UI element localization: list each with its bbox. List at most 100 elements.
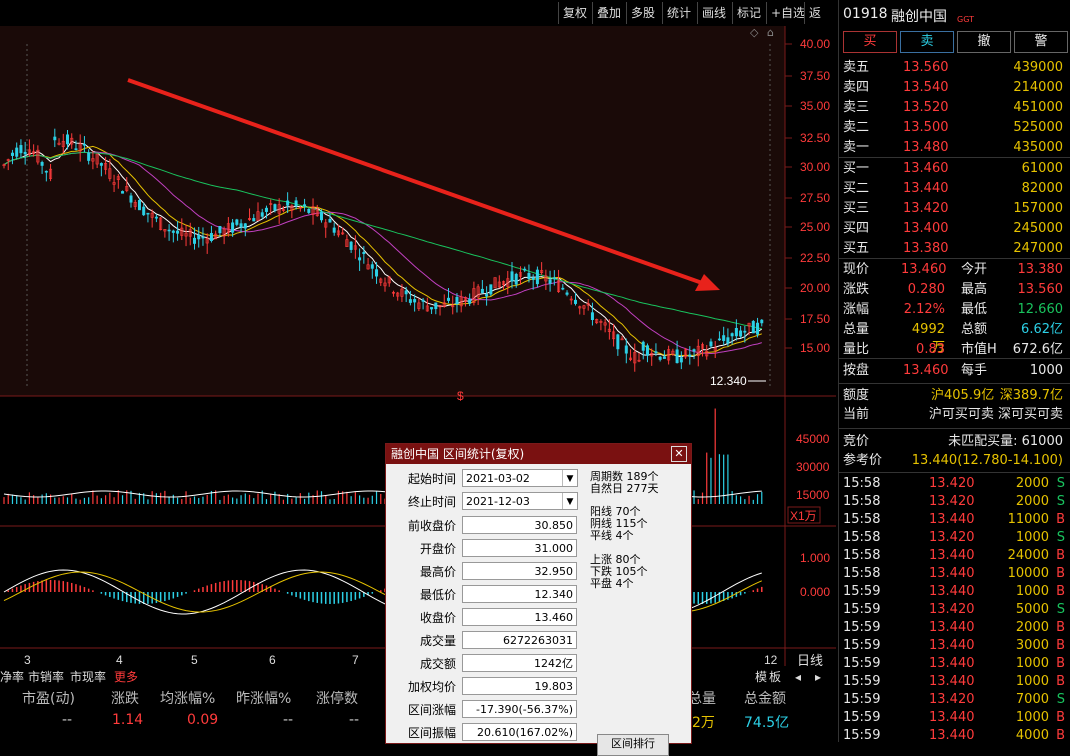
- candle-body: [565, 292, 569, 295]
- bottom-header-4: 涨停数: [316, 691, 358, 707]
- candle-body: [53, 136, 57, 141]
- interval-rank-button[interactable]: 区间排行: [597, 734, 669, 756]
- tick-price: 13.440: [929, 656, 975, 671]
- tick-time: 15:58: [843, 566, 881, 581]
- price-axis-tick: 15.00: [800, 341, 830, 355]
- tick-price: 13.440: [929, 548, 975, 563]
- chevron-down-icon[interactable]: ▼: [562, 493, 577, 509]
- current-value: 沪可买可卖 深可买可卖: [928, 407, 1063, 422]
- dialog-row-label: 前收盘价: [407, 519, 456, 533]
- toolbar-5-button[interactable]: 标记: [732, 2, 765, 24]
- bottom-value-0: --: [62, 712, 73, 728]
- dialog-row-label: 成交额: [419, 657, 456, 671]
- diamond-icon[interactable]: ◇: [750, 26, 759, 39]
- toolbar-1-button[interactable]: 叠加: [592, 2, 625, 24]
- quote-row: 现价 13.460 今开 13.380: [839, 261, 1070, 279]
- tick-side: S: [1056, 494, 1065, 509]
- tick-row: 15:58 13.420 2000 S: [839, 493, 1070, 511]
- tick-time: 15:58: [843, 548, 881, 563]
- current-label: 当前: [843, 407, 870, 422]
- toolbar-3-button[interactable]: 统计: [662, 2, 695, 24]
- candle-body: [743, 330, 747, 333]
- candle-body: [692, 349, 696, 352]
- candle-body: [260, 212, 264, 217]
- tick-row: 15:58 13.440 11000 B: [839, 511, 1070, 529]
- bottom-right-tab-0[interactable]: 模: [755, 669, 767, 685]
- quote-row: 涨幅 2.12% 最低 12.660: [839, 301, 1070, 319]
- bid-label: 买一: [843, 161, 870, 176]
- quote-label: 涨跌: [843, 282, 870, 297]
- toolbar-0-button[interactable]: 复权: [558, 2, 591, 24]
- candle-body: [531, 277, 535, 280]
- bid-price: 13.380: [903, 241, 949, 256]
- toolbar-7-button[interactable]: 返回: [804, 2, 836, 42]
- tick-volume: 5000: [1015, 602, 1049, 617]
- tick-price: 13.420: [929, 494, 975, 509]
- candle-body: [137, 200, 141, 211]
- toolbar-2-button[interactable]: 多股: [626, 2, 659, 24]
- buy-button[interactable]: 买: [843, 31, 897, 53]
- bid-label: 买二: [843, 181, 870, 196]
- bottom-tab-2[interactable]: 市现率: [70, 669, 106, 685]
- quote-label: 现价: [843, 262, 870, 277]
- bottom-header-0: 市盈(动): [22, 691, 75, 707]
- chevron-down-icon[interactable]: ▼: [562, 470, 577, 486]
- quote-value: 0.280: [907, 282, 945, 297]
- bid-volume: 157000: [1013, 201, 1063, 216]
- price-axis-tick: 22.50: [800, 251, 830, 265]
- candle-body: [756, 322, 760, 335]
- quote-value: 13.380: [1017, 262, 1064, 277]
- ask-price: 13.520: [903, 100, 949, 115]
- bottom-tab-3[interactable]: 更多: [114, 669, 138, 685]
- candle-body: [709, 341, 713, 347]
- price-axis-tick: 17.50: [800, 312, 830, 326]
- candle-body: [446, 297, 450, 301]
- candle-body: [485, 294, 489, 297]
- quote-value: 6.62亿: [1021, 322, 1063, 337]
- bottom-tab-0[interactable]: 净率: [0, 669, 24, 685]
- stock-name: 融创中国: [891, 9, 947, 25]
- candle-body: [82, 143, 86, 146]
- quote-row: 量比 0.83 市值H 672.6亿: [839, 341, 1070, 359]
- tick-volume: 2000: [1015, 494, 1049, 509]
- x-axis-tick: 7: [352, 653, 359, 666]
- auction-row: 竞价 未匹配买量: 61000: [839, 433, 1070, 451]
- end-time-input[interactable]: 2021-12-03 ▼: [462, 492, 578, 510]
- candle-body: [510, 271, 514, 282]
- bid-row: 买一 13.460 61000: [839, 160, 1070, 178]
- candle-body: [688, 354, 692, 357]
- cancel-order-button[interactable]: 撤: [957, 31, 1011, 53]
- candle-body: [209, 233, 213, 241]
- period-label[interactable]: 日线: [797, 654, 823, 666]
- chevron-left-icon[interactable]: ◂: [790, 669, 806, 685]
- toolbar-6-button[interactable]: +自选: [766, 2, 809, 24]
- tick-price: 13.420: [929, 692, 975, 707]
- toolbar-4-button[interactable]: 画线: [697, 2, 730, 24]
- tick-side: S: [1056, 602, 1065, 617]
- bid-volume: 82000: [1021, 181, 1063, 196]
- dialog-title: 融创中国 区间统计(复权) ✕: [386, 444, 691, 464]
- candle-body: [717, 338, 721, 341]
- candle-body: [23, 151, 27, 155]
- quote-value: 0.83: [916, 342, 945, 357]
- tick-side: B: [1056, 728, 1065, 743]
- bid-row: 买二 13.440 82000: [839, 180, 1070, 198]
- close-icon[interactable]: ✕: [671, 446, 687, 462]
- alert-button[interactable]: 警: [1014, 31, 1068, 53]
- tick-price: 13.440: [929, 728, 975, 743]
- bottom-tab-1[interactable]: 市销率: [28, 669, 64, 685]
- tick-side: B: [1056, 656, 1065, 671]
- lock-icon[interactable]: ⌂: [767, 26, 774, 39]
- candle-body: [332, 227, 336, 233]
- chevron-right-icon[interactable]: ▸: [810, 669, 826, 685]
- ticks-separator: [839, 472, 1070, 473]
- event-marker: $: [457, 389, 464, 403]
- sell-button[interactable]: 卖: [900, 31, 954, 53]
- x-axis-tick: 5: [191, 653, 198, 666]
- dialog-row-value: 6272263031: [462, 631, 577, 649]
- start-time-input[interactable]: 2021-03-02 ▼: [462, 469, 578, 487]
- bid-volume: 247000: [1013, 241, 1063, 256]
- bottom-right-tab-1[interactable]: 板: [769, 669, 781, 685]
- candle-body: [408, 299, 412, 303]
- auction-label: 竞价: [843, 434, 870, 449]
